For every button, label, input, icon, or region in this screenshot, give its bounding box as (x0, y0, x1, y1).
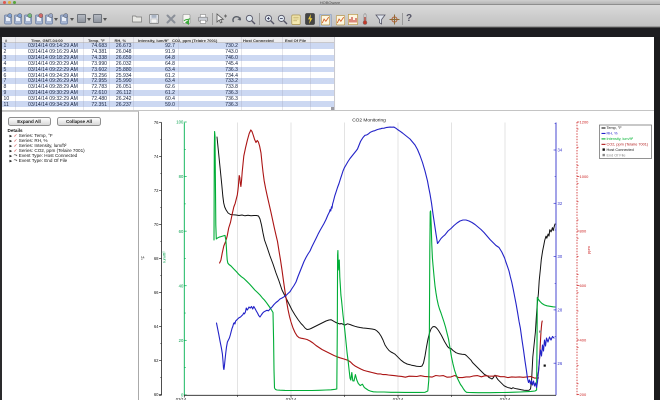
svg-text:26: 26 (558, 361, 563, 366)
svg-text:CO2, ppm (Telaire 7001): CO2, ppm (Telaire 7001) (607, 143, 649, 147)
svg-text:68: 68 (154, 256, 159, 261)
svg-text:62: 62 (154, 358, 159, 363)
svg-text:1200: 1200 (580, 120, 590, 125)
svg-text:CO2 Monitoring: CO2 Monitoring (352, 117, 386, 123)
svg-text:100: 100 (176, 120, 184, 125)
svg-text:74: 74 (154, 154, 159, 159)
svg-text:34: 34 (558, 148, 563, 153)
svg-text:76: 76 (154, 120, 159, 125)
svg-text:30: 30 (558, 254, 563, 259)
svg-text:60: 60 (179, 229, 184, 234)
svg-text:32: 32 (558, 201, 563, 206)
svg-text:66: 66 (154, 290, 159, 295)
svg-text:ppm: ppm (586, 245, 591, 253)
svg-text:28: 28 (558, 308, 563, 313)
svg-text:60: 60 (154, 392, 159, 397)
svg-text:40: 40 (179, 283, 184, 288)
svg-text:°F: °F (141, 255, 146, 260)
svg-text:Temp, °F: Temp, °F (607, 126, 623, 130)
svg-text:600: 600 (580, 283, 587, 288)
svg-text:20: 20 (179, 338, 184, 343)
svg-text:End Of File: End Of File (607, 153, 626, 157)
svg-text:70: 70 (154, 222, 159, 227)
svg-text:200: 200 (580, 392, 587, 397)
svg-text:800: 800 (580, 229, 587, 234)
svg-text:72: 72 (154, 188, 159, 193)
svg-text:lum/ft²: lum/ft² (162, 251, 167, 263)
svg-text:80: 80 (179, 174, 184, 179)
svg-text:400: 400 (580, 338, 587, 343)
svg-text:Host Connected: Host Connected (607, 148, 634, 152)
svg-text:64: 64 (154, 324, 159, 329)
svg-text:1000: 1000 (580, 174, 590, 179)
svg-text:RH, %: RH, % (607, 132, 619, 136)
svg-text:Intensity, lum/ft²: Intensity, lum/ft² (607, 137, 634, 141)
